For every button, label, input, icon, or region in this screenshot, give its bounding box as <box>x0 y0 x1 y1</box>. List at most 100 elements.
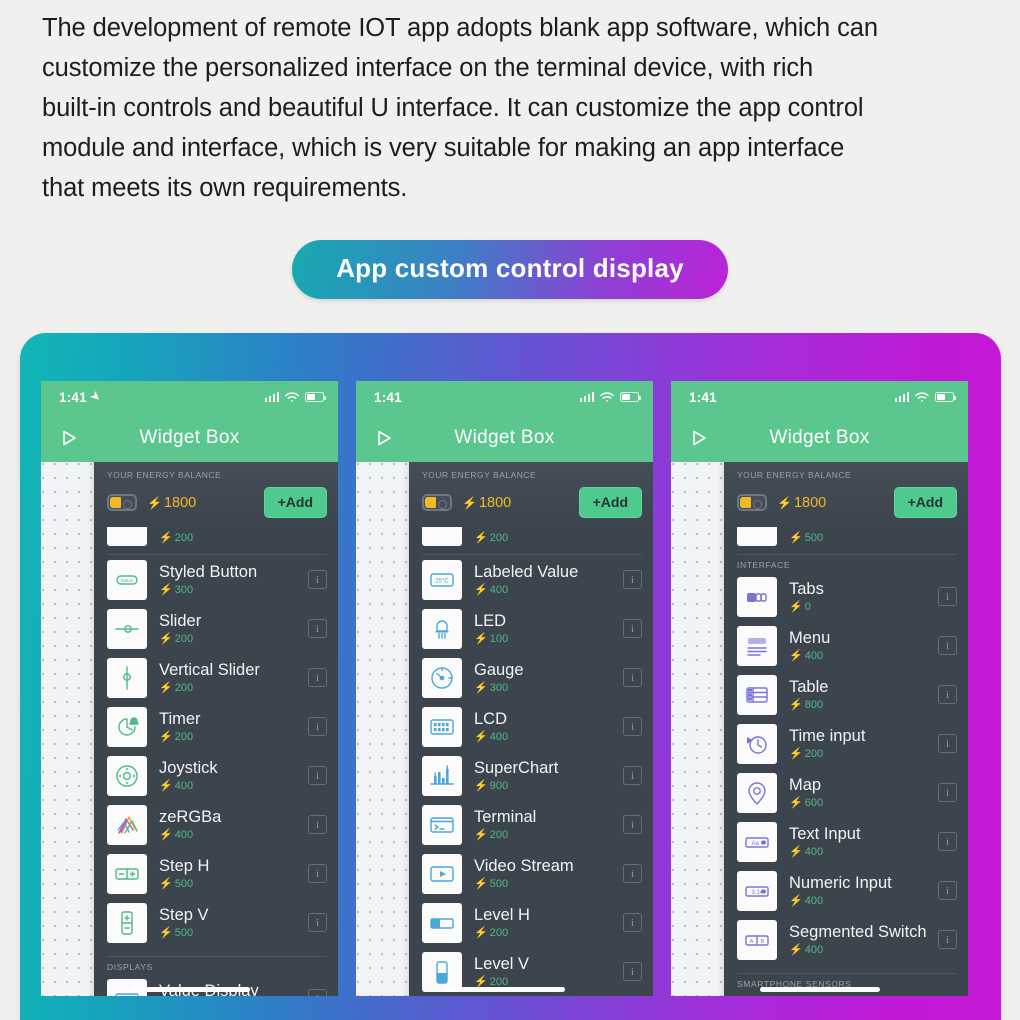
widget-list-item[interactable]: Button Styled Button ⚡ 300 i <box>107 555 327 604</box>
info-button[interactable]: i <box>623 619 642 638</box>
info-button[interactable]: i <box>308 864 327 883</box>
widget-text: Step H ⚡ 500 <box>159 857 308 890</box>
widget-list-item[interactable]: Video Stream ⚡ 500 i <box>422 849 642 898</box>
home-indicator[interactable] <box>444 987 565 992</box>
joystick-icon <box>107 755 147 796</box>
labeled-value-icon: 25°C <box>422 559 462 600</box>
add-energy-button[interactable]: +Add <box>578 487 642 518</box>
widget-list-item[interactable]: Level H ⚡ 200 i <box>422 898 642 947</box>
app-navbar: Widget Box <box>356 413 653 462</box>
widget-list-item[interactable]: Slider ⚡ 200 i <box>107 604 327 653</box>
home-indicator[interactable] <box>759 987 880 992</box>
step-h-icon <box>107 853 147 894</box>
widget-list-item[interactable]: Table ⚡ 800 i <box>737 670 957 719</box>
styled-button-icon: Button <box>107 559 147 600</box>
widget-text: Time input ⚡ 200 <box>789 727 938 760</box>
dotted-canvas-strip[interactable] <box>41 462 94 996</box>
info-button[interactable]: i <box>308 717 327 736</box>
bolt-icon: ⚡ <box>474 532 488 544</box>
widget-list-item[interactable]: Vertical Slider ⚡ 200 i <box>107 653 327 702</box>
widget-list-item[interactable]: zeRGBa ⚡ 400 i <box>107 800 327 849</box>
info-button[interactable]: i <box>938 881 957 900</box>
widget-name: Table <box>789 678 829 696</box>
widget-list-item[interactable]: Gauge ⚡ 300 i <box>422 653 642 702</box>
dotted-canvas-strip[interactable] <box>671 462 724 996</box>
widget-price: ⚡ 500 <box>789 531 957 544</box>
widget-list-item[interactable]: Joystick ⚡ 400 i <box>107 751 327 800</box>
battery-icon <box>305 392 326 402</box>
widget-list-item-partial[interactable]: ⚡ 200 <box>107 527 327 547</box>
info-button[interactable]: i <box>938 783 957 802</box>
info-button[interactable]: i <box>623 570 642 589</box>
info-button[interactable]: i <box>623 717 642 736</box>
widget-list-item[interactable]: 3.14 Numeric Input ⚡ 400 i <box>737 866 957 915</box>
info-button[interactable]: i <box>938 587 957 606</box>
widget-list-item[interactable]: Step H ⚡ 500 i <box>107 849 327 898</box>
widget-price: ⚡ 200 <box>789 747 938 760</box>
widget-list-item[interactable]: 25°C Labeled Value ⚡ 400 i <box>422 555 642 604</box>
widget-price-value: 100 <box>489 633 509 645</box>
intro-line: customize the personalized interface on … <box>42 54 814 82</box>
add-energy-button[interactable]: +Add <box>893 487 957 518</box>
info-button[interactable]: i <box>308 815 327 834</box>
info-button[interactable]: i <box>938 734 957 753</box>
info-button[interactable]: i <box>308 619 327 638</box>
play-triangle-icon[interactable] <box>687 426 711 450</box>
section-label: DISPLAYS <box>107 962 153 972</box>
info-button[interactable]: i <box>938 636 957 655</box>
info-button[interactable]: i <box>623 668 642 687</box>
widget-list-item[interactable]: Terminal ⚡ 200 i <box>422 800 642 849</box>
info-button[interactable]: i <box>308 766 327 785</box>
bolt-icon: ⚡ <box>789 699 803 711</box>
widget-list-item[interactable]: LCD ⚡ 400 i <box>422 702 642 751</box>
widget-list-item[interactable]: 3.141Value Display⚡200i <box>107 974 327 996</box>
widget-list-item[interactable]: Map ⚡ 600 i <box>737 768 957 817</box>
dotted-canvas-strip[interactable] <box>356 462 409 996</box>
play-triangle-icon[interactable] <box>372 426 396 450</box>
widget-list-item[interactable]: Aa Text Input ⚡ 400 i <box>737 817 957 866</box>
info-button[interactable]: i <box>938 930 957 949</box>
wifi-icon <box>915 391 929 402</box>
widget-list-item[interactable]: LED ⚡ 100 i <box>422 604 642 653</box>
widget-list[interactable]: ⚡ 200 Button Styled Button ⚡ 300 i Slider ⚡ 200 i V… <box>94 527 338 996</box>
widget-list-item[interactable]: Tabs ⚡ 0 i <box>737 572 957 621</box>
info-button[interactable]: i <box>623 815 642 834</box>
info-button[interactable]: i <box>938 832 957 851</box>
widget-list-item[interactable]: SuperChart ⚡ 900 i <box>422 751 642 800</box>
add-energy-button[interactable]: +Add <box>263 487 327 518</box>
info-button[interactable]: i <box>623 766 642 785</box>
widget-list-item[interactable]: Menu ⚡ 400 i <box>737 621 957 670</box>
info-button[interactable]: i <box>308 989 327 996</box>
battery-icon <box>935 392 956 402</box>
widget-list-item[interactable]: Timer ⚡ 200 i <box>107 702 327 751</box>
gauge-icon <box>422 657 462 698</box>
widget-list-item[interactable]: Step V ⚡ 500 i <box>107 898 327 947</box>
info-button[interactable]: i <box>308 570 327 589</box>
page-root: The development of remote IOT app adopts… <box>0 0 1020 1020</box>
bolt-icon: ⚡ <box>159 682 173 694</box>
widget-list[interactable]: ⚡ 200 25°C Labeled Value ⚡ 400 i LED ⚡ 100 i Gauge ⚡… <box>409 527 653 996</box>
table-icon <box>737 674 777 715</box>
widget-price: ⚡ 500 <box>159 877 308 890</box>
info-button[interactable]: i <box>623 962 642 981</box>
widget-price-value: 200 <box>489 927 509 939</box>
play-triangle-icon[interactable] <box>57 426 81 450</box>
home-indicator[interactable] <box>129 987 250 992</box>
widget-list-item[interactable]: Time input ⚡ 200 i <box>737 719 957 768</box>
info-button[interactable]: i <box>938 685 957 704</box>
widget-list-item-partial[interactable]: ⚡ 200 <box>422 527 642 547</box>
info-button[interactable]: i <box>623 913 642 932</box>
widget-price: ⚡ 200 <box>474 828 623 841</box>
widget-list[interactable]: ⚡ 500 INTERFACE Tabs ⚡ 0 i Menu ⚡ 400 i Table ⚡ 800 i T… <box>724 527 968 996</box>
widget-name: Tabs <box>789 580 824 598</box>
led-icon <box>422 608 462 649</box>
menu-icon <box>737 625 777 666</box>
slider-icon <box>107 608 147 649</box>
info-button[interactable]: i <box>308 913 327 932</box>
info-button[interactable]: i <box>623 864 642 883</box>
bolt-icon: ⚡ <box>474 584 488 596</box>
app-custom-control-display-banner[interactable]: App custom control display <box>292 240 728 299</box>
widget-list-item-partial[interactable]: ⚡ 500 <box>737 527 957 547</box>
info-button[interactable]: i <box>308 668 327 687</box>
widget-list-item[interactable]: A B Segmented Switch ⚡ 400 i <box>737 915 957 964</box>
